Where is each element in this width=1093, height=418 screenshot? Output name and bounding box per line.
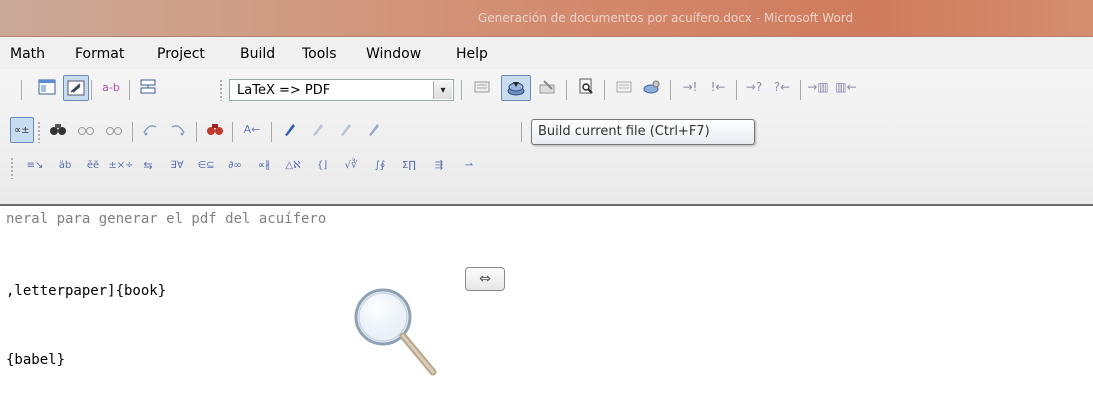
- stop-build-icon[interactable]: [535, 75, 559, 99]
- math-integrals-button[interactable]: ∫∮: [367, 153, 393, 177]
- find-in-files-icon[interactable]: [203, 117, 227, 141]
- replace-button[interactable]: A←: [238, 117, 266, 141]
- math-arrows-button[interactable]: ⇆: [136, 153, 160, 177]
- code-line-documentclass: ,letterpaper]{book}: [6, 283, 167, 299]
- next-badbox-icon[interactable]: →▥: [806, 75, 830, 99]
- title-bar: Generación de documentos por acuífero.do…: [0, 0, 1093, 37]
- makeindex-icon[interactable]: [640, 75, 664, 99]
- build-mode-select[interactable]: LaTeX => PDF ▾: [229, 79, 454, 101]
- math-accents-button[interactable]: äb: [52, 153, 78, 177]
- build-mode-value: LaTeX => PDF: [237, 83, 331, 98]
- menu-bar: Math Format Project Build Tools Window H…: [0, 37, 1093, 69]
- menu-math[interactable]: Math: [10, 46, 45, 62]
- toolbar-separator: [271, 122, 272, 142]
- previous-error-icon[interactable]: !←: [706, 75, 730, 99]
- math-misc2-button[interactable]: ∝∦: [251, 153, 277, 177]
- find-brace-icon[interactable]: [138, 117, 162, 141]
- swap-button[interactable]: ⇔: [465, 267, 505, 291]
- menu-format[interactable]: Format: [75, 46, 124, 62]
- chevron-down-icon[interactable]: ▾: [433, 81, 452, 99]
- code-line-usepackage: {babel}: [6, 352, 66, 368]
- toolbar-grip[interactable]: [10, 157, 14, 179]
- menu-project[interactable]: Project: [157, 46, 205, 62]
- svg-text:∝±: ∝±: [14, 125, 30, 136]
- math-symbols-icon[interactable]: ∝±: [10, 117, 34, 143]
- toolbar-row-1: a-b LaTeX => PDF ▾ →! !← →? ?← →▥ ▥←: [0, 75, 1093, 107]
- toolbar-separator: [736, 80, 737, 100]
- toolbar-separator: [91, 80, 92, 100]
- view-output-icon[interactable]: [574, 75, 598, 99]
- math-sets-button[interactable]: ∈⊆: [193, 153, 219, 177]
- bookmark-icon[interactable]: [278, 117, 302, 141]
- toolbar-grip[interactable]: [219, 79, 223, 101]
- math-stacked-button[interactable]: ⇶: [426, 153, 452, 177]
- toolbar-row-3: ≡↘ äb ěẽ ±×÷ ⇆ ∃∀ ∈⊆ ∂∞ ∝∦ △ℵ {⌋ √∛ ∫∮ Σ…: [0, 153, 1093, 185]
- tooltip: Build current file (Ctrl+F7): [531, 119, 755, 145]
- toolbar-separator: [604, 80, 605, 100]
- build-current-file-icon[interactable]: [501, 75, 531, 101]
- structure-view-icon[interactable]: [35, 75, 59, 99]
- toolbar-separator: [461, 80, 462, 100]
- code-line-comment: neral para generar el pdf del acuífero: [6, 211, 327, 227]
- menu-build[interactable]: Build: [240, 46, 275, 62]
- find-icon[interactable]: [46, 117, 70, 141]
- toolbar-separator: [129, 80, 130, 100]
- toolbar-separator: [132, 122, 133, 142]
- math-operators-button[interactable]: ±×÷: [108, 153, 134, 177]
- previous-warning-icon[interactable]: ?←: [770, 75, 794, 99]
- show-source-icon[interactable]: [63, 75, 89, 101]
- bookmark-clear-icon[interactable]: [362, 117, 386, 141]
- next-error-icon[interactable]: →!: [678, 75, 702, 99]
- math-delimiters-button[interactable]: {⌋: [309, 153, 335, 177]
- menu-tools[interactable]: Tools: [302, 46, 337, 62]
- math-roots-button[interactable]: √∛: [338, 153, 364, 177]
- find-next-icon[interactable]: [74, 117, 98, 141]
- magnifier-icon: [354, 288, 437, 376]
- math-misc-button[interactable]: ∂∞: [222, 153, 248, 177]
- next-warning-icon[interactable]: →?: [742, 75, 766, 99]
- split-view-icon[interactable]: [136, 75, 160, 99]
- previous-badbox-icon[interactable]: ▥←: [834, 75, 858, 99]
- toolbar-grip[interactable]: [37, 121, 41, 143]
- math-logic-button[interactable]: ∃∀: [164, 153, 190, 177]
- math-relations-button[interactable]: ≡↘: [22, 153, 48, 177]
- menu-window[interactable]: Window: [366, 46, 421, 62]
- toolbar-separator: [670, 80, 671, 100]
- window-title: Generación de documentos por acuífero.do…: [478, 11, 854, 25]
- bookmark-next-icon[interactable]: [306, 117, 330, 141]
- toolbar-separator: [21, 80, 22, 100]
- toolbar-separator: [521, 122, 522, 142]
- find-brace-back-icon[interactable]: [166, 117, 190, 141]
- toolbar-separator: [196, 122, 197, 142]
- editor[interactable]: [0, 206, 1093, 418]
- toolbar-separator: [566, 80, 567, 100]
- math-diacritics-button[interactable]: ěẽ: [80, 153, 106, 177]
- math-harpoons-button[interactable]: ⇀: [456, 153, 482, 177]
- math-sums-button[interactable]: Σ∏: [396, 153, 422, 177]
- build-all-icon[interactable]: [470, 75, 494, 99]
- math-hebrew-button[interactable]: △ℵ: [280, 153, 306, 177]
- toggle-a-b-button[interactable]: a-b: [97, 75, 125, 99]
- find-previous-icon[interactable]: [102, 117, 126, 141]
- toolbar-separator: [800, 80, 801, 100]
- menu-help[interactable]: Help: [456, 46, 488, 62]
- toolbar-separator: [232, 122, 233, 142]
- bookmark-previous-icon[interactable]: [334, 117, 358, 141]
- bibtex-icon[interactable]: [612, 75, 636, 99]
